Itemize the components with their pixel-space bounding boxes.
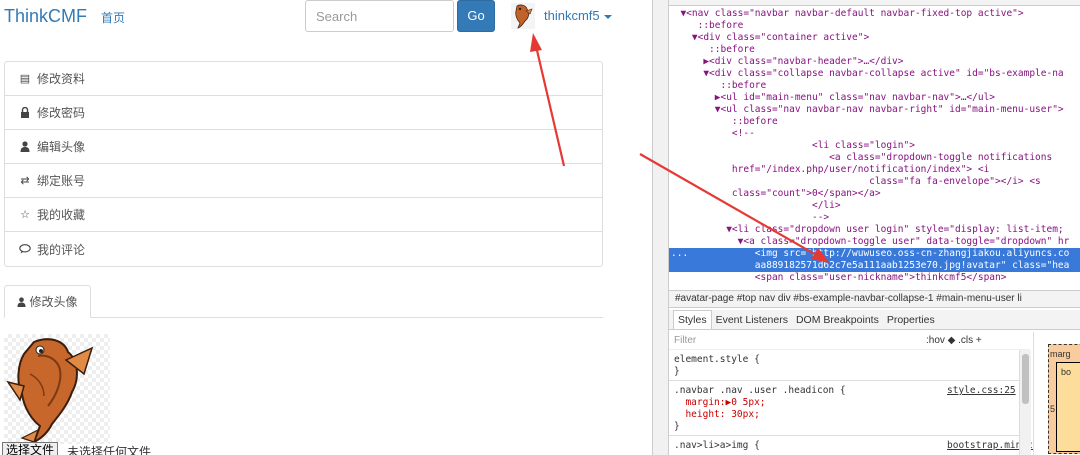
menu-item-comments[interactable]: 我的评论 [5,232,602,266]
dom-node-line[interactable]: <img src="http://wuwuseo.oss-cn-zhangjia… [669,248,1080,260]
menu-item-label: 修改密码 [37,106,86,120]
menu-item-change-password[interactable]: 修改密码 [5,96,602,130]
tab-edit-avatar[interactable]: 修改头像 [4,285,91,318]
dom-node-line[interactable]: ▼<div class="collapse navbar-collapse ac… [669,68,1080,80]
avatar-preview [4,334,110,445]
dom-breadcrumb[interactable]: #avatar-page #top nav div #bs-example-na… [669,290,1080,308]
dom-node-line[interactable]: <!-- [669,128,1080,140]
dom-node-line[interactable]: aa889182571d62c7e5a111aab1253e70.jpg!ava… [669,260,1080,272]
css-source-link[interactable]: style.css:25 [947,385,1016,397]
styles-scrollbar[interactable] [1019,350,1031,455]
dom-node-line[interactable]: class="count">0</span></a> [669,188,1080,200]
menu-item-label: 修改资料 [37,72,86,86]
menu-item-label: 我的收藏 [37,208,86,222]
dom-node-line[interactable]: class="fa fa-envelope"></i> <s [669,176,1080,188]
file-status: 未选择任何文件 [67,445,152,455]
search-input[interactable] [305,0,454,32]
dom-node-line[interactable]: <a class="dropdown-toggle notifications [669,152,1080,164]
go-button[interactable]: Go [457,0,495,32]
box-side-value: 5 [1050,404,1056,414]
dom-node-line[interactable]: ▼<a class="dropdown-toggle user" data-to… [669,236,1080,248]
devtools-tabbar [669,0,1080,6]
tab-divider [4,317,603,318]
css-element-style[interactable]: element.style { [674,354,760,366]
menu-item-edit-avatar[interactable]: 编辑头像 [5,130,602,164]
tab-properties[interactable]: Properties [883,314,939,326]
styles-toolbar[interactable]: :hov ◆ .cls + [926,332,982,350]
user-menu: ▤ 修改资料 修改密码 编辑头像 ⇄ 绑定账号 ☆ 我的收藏 我的评论 [4,61,603,267]
styles-tabbar: Styles Event Listeners DOM Breakpoints P… [669,310,1080,330]
dom-node-line[interactable]: ▼<ul class="nav navbar-nav navbar-right"… [669,104,1080,116]
caret-down-icon [603,14,612,19]
box-border-label: bo [1061,367,1072,377]
menu-item-bind-account[interactable]: ⇄ 绑定账号 [5,164,602,198]
css-close: } [674,421,680,432]
user-avatar[interactable] [511,3,535,29]
css-close: } [674,366,680,377]
fish-avatar-image [6,338,94,445]
menu-item-edit-profile[interactable]: ▤ 修改资料 [5,62,602,96]
webpage-pane: ThinkCMF 首页 Go thinkcmf5 ▤ 修改资料 修改密码 编辑头像… [0,0,650,455]
tab-dom-breakpoints[interactable]: DOM Breakpoints [792,314,883,326]
user-icon [17,296,27,307]
css-selector-text: .nav>li>a>img { [674,440,760,451]
exchange-icon: ⇄ [20,175,30,187]
css-rule-separator [669,435,1019,436]
tab-label: 修改头像 [29,295,78,309]
dom-node-line[interactable]: ::before [669,44,1080,56]
dom-node-line[interactable]: <li class="login"> [669,140,1080,152]
dom-node-line[interactable]: ::before [669,20,1080,32]
comment-icon [18,242,32,256]
nav-home-link[interactable]: 首页 [101,9,125,26]
dom-node-line[interactable]: <span class="user-nickname">thinkcmf5</s… [669,272,1080,284]
tab-styles[interactable]: Styles [673,310,712,329]
username-label: thinkcmf5 [544,8,600,23]
lock-icon [18,106,32,120]
css-rule-separator [669,380,1019,381]
box-model: marg bo 5 [1033,332,1080,455]
dom-node-line[interactable]: ::before [669,116,1080,128]
selected-node-marker[interactable]: ... [671,248,688,260]
css-rule1-selector[interactable]: .navbar .nav .user .headicon { style.css:… [674,385,1019,397]
dom-node-line[interactable]: </li> [669,200,1080,212]
dom-node-line[interactable]: ▼<li class="dropdown user login" style="… [669,224,1080,236]
user-dropdown[interactable]: thinkcmf5 [544,8,612,23]
dom-node-line[interactable]: ▼<nav class="navbar navbar-default navba… [669,8,1080,20]
dom-node-line[interactable]: --> [669,212,1080,224]
dom-node-line[interactable]: ▼<div class="container active"> [669,32,1080,44]
css-selector-text: .navbar .nav .user .headicon { [674,385,846,396]
pane-splitter[interactable] [652,0,668,455]
dom-node-line[interactable]: ▶<ul id="main-menu" class="nav navbar-na… [669,92,1080,104]
dom-node-line[interactable]: href="/index.php/user/notification/index… [669,164,1080,176]
css-rule2-selector[interactable]: .nav>li>a>img {bootstrap.min.css:5 [674,440,1056,452]
tab-event-listeners[interactable]: Event Listeners [712,314,792,326]
menu-item-label: 绑定账号 [37,174,86,188]
menu-item-label: 编辑头像 [37,140,86,154]
dom-node-line[interactable]: ▶<div class="navbar-header">…</div> [669,56,1080,68]
devtools-panel: ▼<nav class="navbar navbar-default navba… [668,0,1080,455]
css-prop-height[interactable]: height: 30px; [674,409,759,421]
box-margin-label: marg [1050,349,1071,359]
menu-item-label: 我的评论 [37,242,86,257]
site-brand[interactable]: ThinkCMF [4,5,87,27]
star-icon: ☆ [20,209,30,221]
list-alt-icon: ▤ [19,73,31,85]
scrollbar-thumb[interactable] [1022,354,1029,404]
fish-avatar-icon [515,4,533,29]
user-icon [18,140,32,154]
choose-file-button[interactable]: 选择文件 [2,442,59,455]
menu-item-favorites[interactable]: ☆ 我的收藏 [5,198,602,232]
dom-node-line[interactable]: ::before [669,80,1080,92]
css-prop-margin[interactable]: margin:▶0 5px; [674,397,765,409]
